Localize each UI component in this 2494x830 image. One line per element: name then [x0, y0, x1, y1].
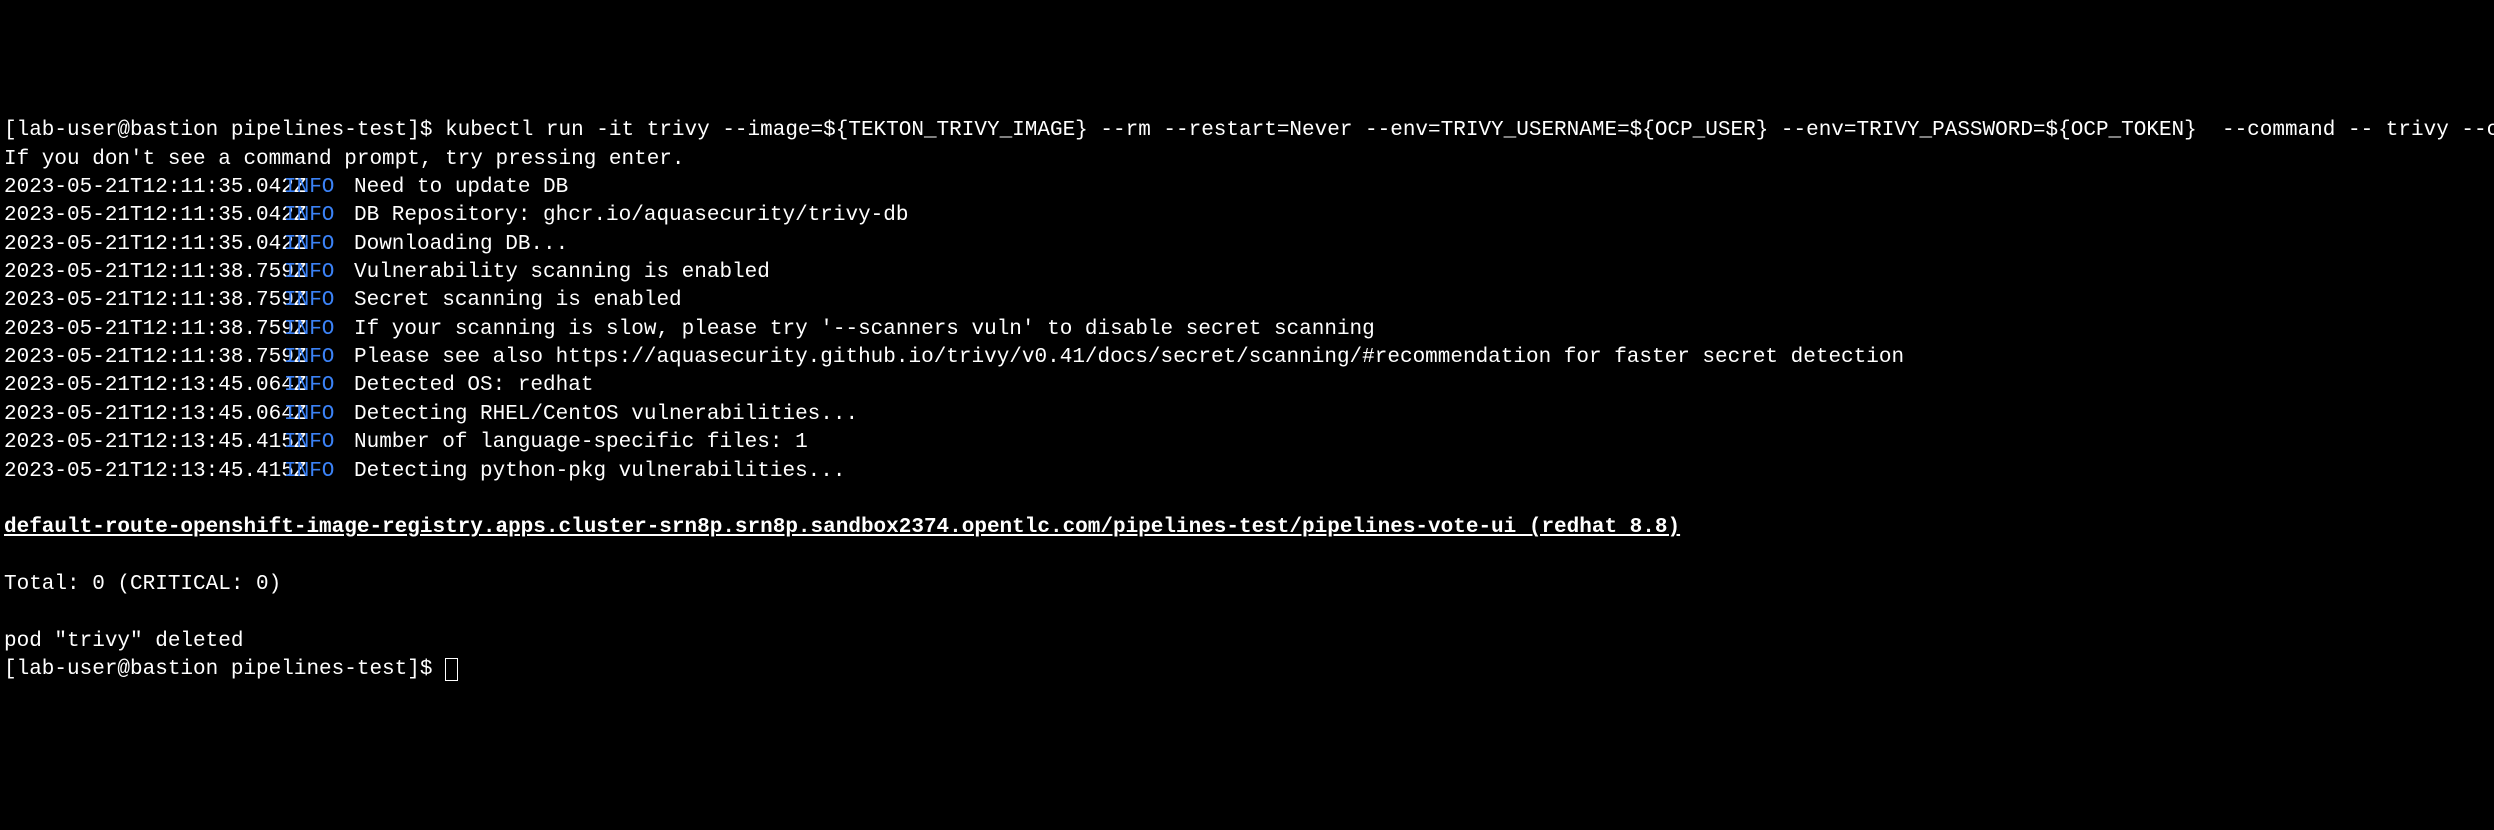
log-line: 2023-05-21T12:11:35.042ZINFODB Repositor…	[4, 202, 2490, 230]
shell-prompt-end: [lab-user@bastion pipelines-test]$	[4, 658, 445, 681]
pod-deleted-line: pod "trivy" deleted	[4, 630, 243, 653]
log-timestamp: 2023-05-21T12:11:38.759Z	[4, 259, 284, 287]
log-line: 2023-05-21T12:11:38.759ZINFOSecret scann…	[4, 287, 2490, 315]
log-line: 2023-05-21T12:11:38.759ZINFOPlease see a…	[4, 344, 2490, 372]
log-timestamp: 2023-05-21T12:13:45.415Z	[4, 458, 284, 486]
command-text: kubectl run -it trivy --image=${TEKTON_T…	[445, 119, 2494, 142]
log-timestamp: 2023-05-21T12:11:35.042Z	[4, 231, 284, 259]
log-message: Detected OS: redhat	[354, 374, 593, 397]
log-message: Secret scanning is enabled	[354, 289, 682, 312]
log-message: Downloading DB...	[354, 233, 568, 256]
log-timestamp: 2023-05-21T12:13:45.415Z	[4, 429, 284, 457]
log-level: INFO	[284, 458, 354, 486]
log-line: 2023-05-21T12:13:45.415ZINFONumber of la…	[4, 429, 2490, 457]
log-timestamp: 2023-05-21T12:11:38.759Z	[4, 344, 284, 372]
log-level: INFO	[284, 401, 354, 429]
log-level: INFO	[284, 344, 354, 372]
log-level: INFO	[284, 174, 354, 202]
log-timestamp: 2023-05-21T12:11:38.759Z	[4, 287, 284, 315]
log-message: Detecting python-pkg vulnerabilities...	[354, 460, 845, 483]
log-level: INFO	[284, 287, 354, 315]
log-line: 2023-05-21T12:13:45.064ZINFODetected OS:…	[4, 372, 2490, 400]
log-lines: 2023-05-21T12:11:35.042ZINFONeed to upda…	[4, 174, 2490, 486]
log-timestamp: 2023-05-21T12:13:45.064Z	[4, 372, 284, 400]
shell-prompt: [lab-user@bastion pipelines-test]$	[4, 119, 445, 142]
log-message: DB Repository: ghcr.io/aquasecurity/triv…	[354, 204, 909, 227]
scan-target-heading: default-route-openshift-image-registry.a…	[4, 516, 1680, 539]
log-timestamp: 2023-05-21T12:11:35.042Z	[4, 174, 284, 202]
log-level: INFO	[284, 316, 354, 344]
cursor-icon	[445, 658, 458, 681]
log-message: If your scanning is slow, please try '--…	[354, 318, 1375, 341]
log-message: Detecting RHEL/CentOS vulnerabilities...	[354, 403, 858, 426]
log-level: INFO	[284, 372, 354, 400]
log-level: INFO	[284, 259, 354, 287]
log-level: INFO	[284, 429, 354, 457]
log-level: INFO	[284, 231, 354, 259]
terminal-output[interactable]: [lab-user@bastion pipelines-test]$ kubec…	[4, 117, 2490, 684]
instruction-line: If you don't see a command prompt, try p…	[4, 148, 685, 171]
log-message: Number of language-specific files: 1	[354, 431, 808, 454]
log-timestamp: 2023-05-21T12:11:38.759Z	[4, 316, 284, 344]
log-line: 2023-05-21T12:11:35.042ZINFODownloading …	[4, 231, 2490, 259]
log-line: 2023-05-21T12:13:45.415ZINFODetecting py…	[4, 458, 2490, 486]
log-timestamp: 2023-05-21T12:11:35.042Z	[4, 202, 284, 230]
log-timestamp: 2023-05-21T12:13:45.064Z	[4, 401, 284, 429]
log-line: 2023-05-21T12:11:35.042ZINFONeed to upda…	[4, 174, 2490, 202]
log-line: 2023-05-21T12:11:38.759ZINFOIf your scan…	[4, 316, 2490, 344]
log-level: INFO	[284, 202, 354, 230]
log-line: 2023-05-21T12:11:38.759ZINFOVulnerabilit…	[4, 259, 2490, 287]
log-message: Vulnerability scanning is enabled	[354, 261, 770, 284]
log-line: 2023-05-21T12:13:45.064ZINFODetecting RH…	[4, 401, 2490, 429]
log-message: Please see also https://aquasecurity.git…	[354, 346, 1904, 369]
scan-totals: Total: 0 (CRITICAL: 0)	[4, 573, 281, 596]
log-message: Need to update DB	[354, 176, 568, 199]
